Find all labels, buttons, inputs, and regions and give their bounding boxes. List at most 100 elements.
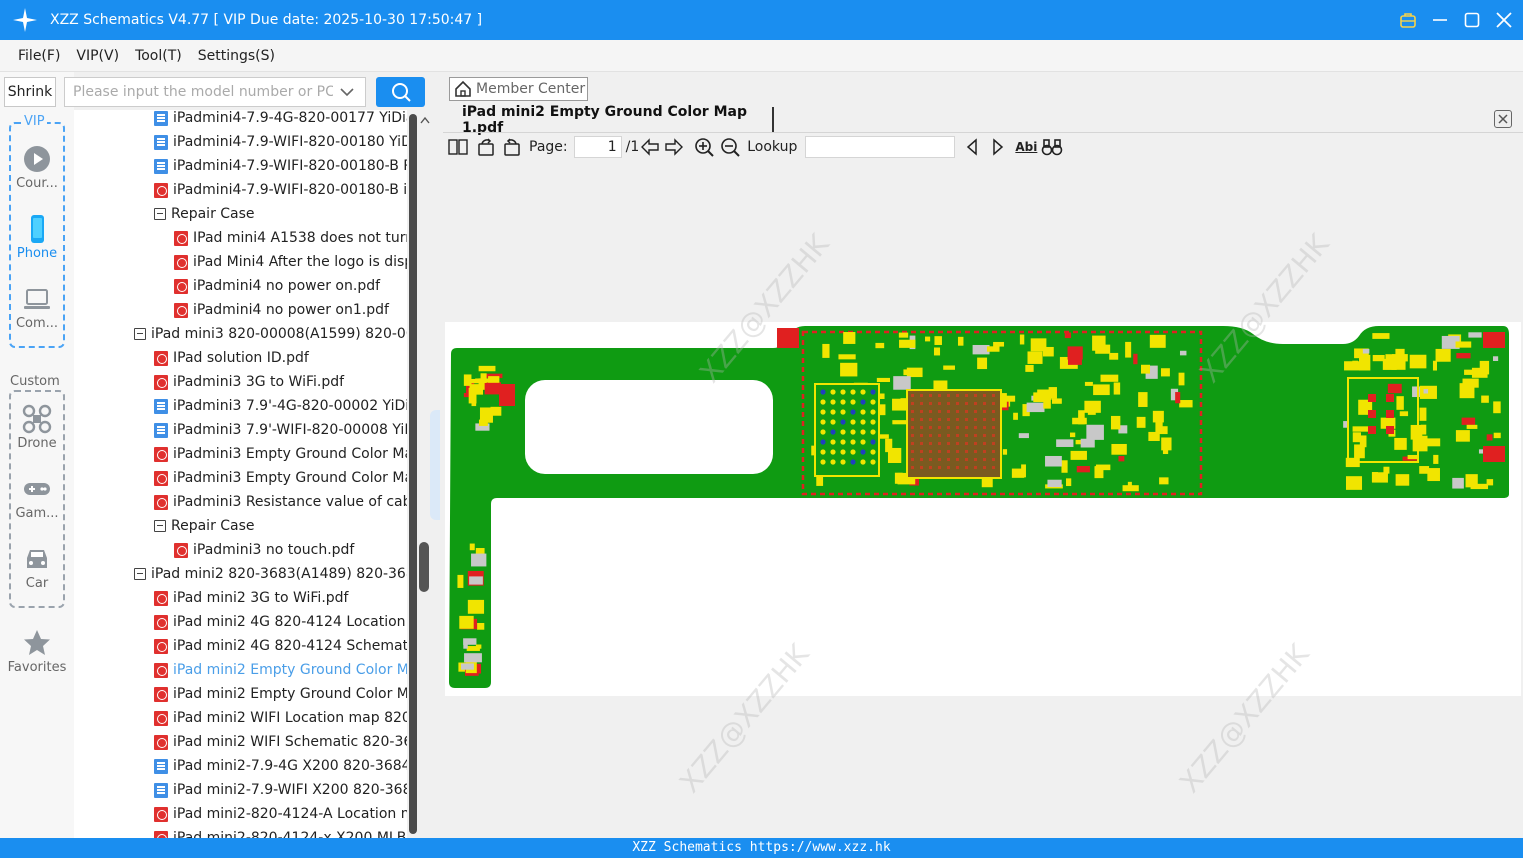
- pcb-component: [1435, 348, 1451, 362]
- rotate-left-icon[interactable]: [475, 136, 497, 158]
- rail-item-computer[interactable]: Com...: [4, 284, 70, 331]
- search-button[interactable]: [376, 77, 425, 107]
- tree-file[interactable]: iPad mini2-820-4124-A Location m: [154, 802, 414, 826]
- tree-file[interactable]: iPadmini4-7.9-WIFI-820-00180 YiD: [154, 130, 412, 154]
- pcb-pad: [974, 410, 977, 413]
- pcb-component: [1344, 361, 1361, 371]
- menu-settings[interactable]: Settings(S): [198, 48, 275, 64]
- pcb-component: [1419, 407, 1427, 421]
- rail-item-car[interactable]: Car: [4, 544, 70, 591]
- vip-bag-icon[interactable]: [1397, 9, 1419, 31]
- zoom-out-icon[interactable]: [719, 136, 741, 158]
- previous-page-icon[interactable]: [639, 136, 661, 158]
- tree-file[interactable]: iPad mini2 WIFI Schematic 820-368: [154, 730, 419, 754]
- tree-file[interactable]: iPadmini3 7.9'-4G-820-00002 YiDia: [154, 394, 418, 418]
- pcb-pad: [911, 426, 914, 429]
- tree-file[interactable]: iPad mini2 4G 820-4124 Schematic: [154, 634, 419, 658]
- tree-file[interactable]: iPadmini4 no power on.pdf: [174, 274, 380, 298]
- tree-file[interactable]: iPadmini3 Resistance value of cabl: [154, 490, 415, 514]
- pcb-pad: [920, 458, 923, 461]
- close-button[interactable]: [1493, 9, 1515, 31]
- tree-scrollbar[interactable]: [407, 110, 419, 838]
- pcb-component: [893, 376, 911, 390]
- member-center-button[interactable]: Member Center: [449, 77, 588, 101]
- tree-file[interactable]: iPad mini2 Empty Ground Color M: [154, 658, 409, 682]
- tree-file[interactable]: iPadmini3 Empty Ground Color Ma: [154, 466, 413, 490]
- rail-item-drone[interactable]: Drone: [4, 404, 70, 451]
- tree-file[interactable]: IPad mini4 A1538 does not turn: [174, 226, 414, 250]
- pcb-component: [1149, 334, 1166, 348]
- rail-item-label: Favorites: [7, 660, 67, 675]
- panel-collapse-handle[interactable]: [430, 410, 440, 520]
- next-page-icon[interactable]: [663, 136, 685, 158]
- tree-file[interactable]: iPadmini3 7.9'-WIFI-820-00008 YiD: [154, 418, 415, 442]
- pcb-pad: [974, 402, 977, 405]
- pcb-component: [977, 357, 988, 370]
- scroll-up-arrow[interactable]: [420, 112, 430, 128]
- pcb-pad: [929, 410, 932, 413]
- tree-file[interactable]: iPad mini2-7.9-4G X200 820-3684-: [154, 754, 416, 778]
- pcb-component: [1113, 382, 1121, 395]
- pcb-component: [1427, 468, 1440, 482]
- tree-file[interactable]: iPad mini2 4G 820-4124 Location r: [154, 610, 416, 634]
- pcb-component: [1136, 416, 1146, 428]
- document-tab[interactable]: iPad mini2 Empty Ground Color Map 1.pdf: [449, 104, 774, 136]
- minimize-button[interactable]: [1429, 9, 1451, 31]
- tree-file[interactable]: iPadmini3 Empty Ground Color Ma: [154, 442, 413, 466]
- zoom-in-icon[interactable]: [693, 136, 715, 158]
- tree-file[interactable]: iPad mini2 Empty Ground Color M: [154, 682, 409, 706]
- pcb-color-map[interactable]: [443, 162, 1523, 838]
- tree-file[interactable]: IPad solution ID.pdf: [154, 346, 309, 370]
- chevron-down-icon[interactable]: [339, 82, 355, 102]
- menu-bar: File(F) VIP(V) Tool(T) Settings(S): [0, 40, 1523, 72]
- tree-file[interactable]: iPadmini3 3G to WiFi.pdf: [154, 370, 344, 394]
- tree-file[interactable]: iPad mini2 WIFI Location map 820-: [154, 706, 416, 730]
- search-icon: [391, 83, 411, 102]
- page-number-input[interactable]: 1: [573, 136, 622, 158]
- pcb-pad: [499, 384, 515, 406]
- find-previous-icon[interactable]: [961, 136, 983, 158]
- pcb-component: [1084, 381, 1093, 386]
- find-binoculars-icon[interactable]: [1041, 136, 1063, 158]
- tree-file[interactable]: iPadmini4-7.9-4G-820-00177 YiDia: [154, 110, 415, 130]
- two-page-view-icon[interactable]: [447, 136, 469, 158]
- tree-file[interactable]: iPad Mini4 After the logo is disp: [174, 250, 413, 274]
- tree-folder[interactable]: Repair Case: [154, 202, 255, 226]
- tree-file[interactable]: iPad mini2-820-4124-x X200 MLB: [154, 826, 406, 838]
- pdf-viewer[interactable]: XZZ@XZZHK XZZ@XZZHK XZZ@XZZHK XZZ@XZZHK: [443, 162, 1523, 838]
- menu-tool[interactable]: Tool(T): [135, 48, 182, 64]
- pcb-pad: [929, 434, 932, 437]
- maximize-button[interactable]: [1461, 9, 1483, 31]
- find-next-icon[interactable]: [987, 136, 1009, 158]
- tree-file[interactable]: iPad mini2 3G to WiFi.pdf: [154, 586, 348, 610]
- rail-item-favorites[interactable]: Favorites: [4, 628, 70, 675]
- menu-vip[interactable]: VIP(V): [76, 48, 119, 64]
- model-search-input[interactable]: [73, 84, 333, 100]
- tree-file[interactable]: iPadmini4-7.9-WIFI-820-00180-B ir: [154, 178, 413, 202]
- scroll-thumb[interactable]: [419, 542, 429, 592]
- tree-folder[interactable]: Repair Case: [154, 514, 255, 538]
- match-case-icon[interactable]: Abi: [1015, 140, 1037, 154]
- close-tab-icon[interactable]: [1494, 110, 1512, 128]
- tree-folder[interactable]: iPad mini3 820-00008(A1599) 820-000: [134, 322, 419, 346]
- pcb-component: [1056, 439, 1074, 447]
- collapse-box-icon[interactable]: [154, 208, 166, 220]
- pcb-pad: [911, 418, 914, 421]
- tree-folder[interactable]: iPad mini2 820-3683(A1489) 820-3684: [134, 562, 419, 586]
- rotate-right-icon[interactable]: [501, 136, 523, 158]
- tree-file[interactable]: iPadmini4 no power on1.pdf: [174, 298, 389, 322]
- tree-file[interactable]: iPadmini4-7.9-WIFI-820-00180-B P: [154, 154, 412, 178]
- shrink-button[interactable]: Shrink: [4, 77, 56, 107]
- pcb-component: [943, 365, 955, 370]
- menu-file[interactable]: File(F): [18, 48, 60, 64]
- rail-item-games[interactable]: Gam...: [4, 474, 70, 521]
- rail-item-courses[interactable]: Cour...: [4, 144, 70, 191]
- collapse-box-icon[interactable]: [134, 328, 146, 340]
- lookup-input[interactable]: [805, 136, 956, 158]
- tree-file[interactable]: iPad mini2-7.9-WIFI X200 820-3683: [154, 778, 419, 802]
- collapse-box-icon[interactable]: [154, 520, 166, 532]
- rail-item-phone[interactable]: Phone: [4, 214, 70, 261]
- collapse-box-icon[interactable]: [134, 568, 146, 580]
- tree-label: iPadmini3 3G to WiFi.pdf: [173, 374, 345, 390]
- tree-file[interactable]: iPadmini3 no touch.pdf: [174, 538, 354, 562]
